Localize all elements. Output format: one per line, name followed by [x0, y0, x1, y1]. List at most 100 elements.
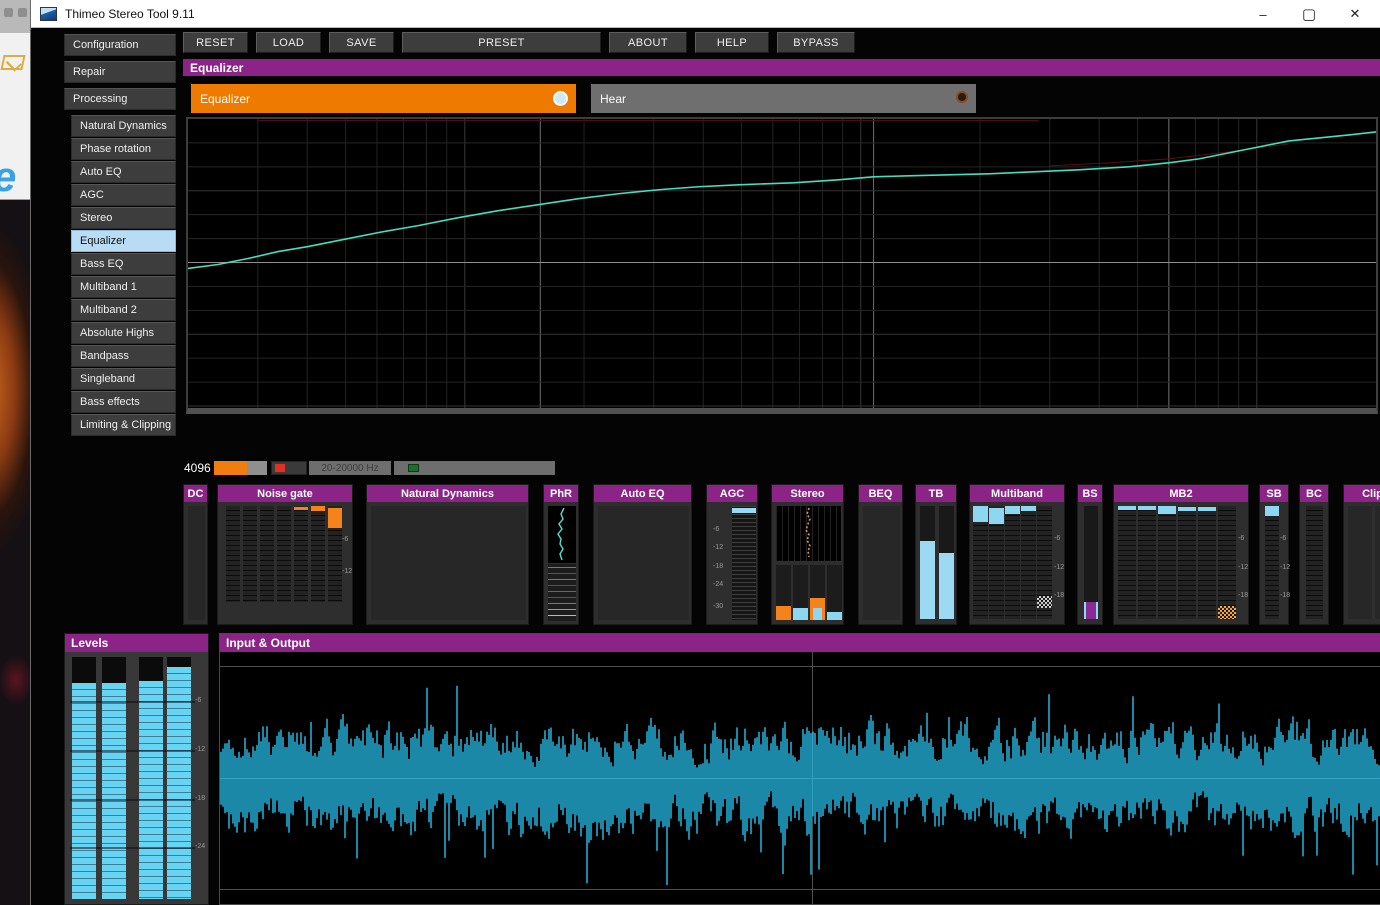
- preset-button[interactable]: PRESET: [402, 32, 601, 53]
- phr-stripe-line: [548, 615, 576, 616]
- levels-bar: [167, 657, 191, 899]
- meter-scale-label: -6: [342, 536, 348, 543]
- meter-noise-gate-column: [260, 506, 274, 602]
- about-button[interactable]: ABOUT: [609, 32, 687, 53]
- green-slider-knob[interactable]: [408, 464, 419, 472]
- sidebar-item-phase-rotation[interactable]: Phase rotation: [71, 138, 176, 160]
- meter-mb2-cap: [1178, 507, 1196, 511]
- io-panel: Input & Output: [219, 633, 1380, 905]
- io-header: Input & Output: [220, 634, 1380, 652]
- meter-tb-body: [916, 502, 956, 624]
- eq-graph-frame[interactable]: [186, 117, 1378, 414]
- meter-noise-gate-column: [277, 506, 291, 602]
- sidebar-item-configuration[interactable]: Configuration: [64, 34, 176, 56]
- sidebar-item-limiting-clipping[interactable]: Limiting & Clipping: [71, 414, 176, 436]
- meter-multiband-column: [1037, 506, 1052, 619]
- help-button[interactable]: HELP: [695, 32, 769, 53]
- levels-scale-label: -6: [195, 697, 201, 704]
- minimize-button[interactable]: –: [1246, 0, 1280, 28]
- sidebar-item-multiband-2[interactable]: Multiband 2: [71, 299, 176, 321]
- phr-scope: [548, 506, 576, 563]
- red-slider-knob[interactable]: [275, 464, 285, 472]
- frequency-range-button[interactable]: 20-20000 Hz: [309, 461, 391, 475]
- meter-multiband-column: [973, 506, 988, 619]
- bypass-button[interactable]: BYPASS: [777, 32, 855, 53]
- meter-noise-gate-cap: [311, 506, 325, 511]
- stereo-bar-fill: [793, 608, 808, 620]
- maximize-button[interactable]: ▢: [1292, 0, 1326, 28]
- red-slider[interactable]: [271, 461, 307, 475]
- stereo-goniometer: [776, 506, 841, 561]
- section-title: Equalizer: [190, 61, 243, 75]
- sidebar-item-bass-effects[interactable]: Bass effects: [71, 391, 176, 413]
- sidebar-item-repair[interactable]: Repair: [64, 61, 176, 83]
- eq-graph[interactable]: [188, 119, 1376, 408]
- levels-scale-label: -18: [195, 795, 205, 802]
- meter-phr-header: PhR: [544, 485, 578, 502]
- hear-toggle[interactable]: Hear: [591, 84, 976, 113]
- meter-clip-body: [1344, 502, 1380, 624]
- sidebar-item-multiband-1[interactable]: Multiband 1: [71, 276, 176, 298]
- sidebar-item-auto-eq[interactable]: Auto EQ: [71, 161, 176, 183]
- phr-stripe-line: [548, 567, 576, 568]
- meter-noise-gate-body: -6-12: [218, 502, 352, 624]
- meter-auto-eq-body: [594, 502, 691, 624]
- green-slider[interactable]: [394, 461, 555, 475]
- meter-clip-header: Clip: [1344, 485, 1380, 502]
- fft-size-slider[interactable]: [214, 461, 267, 475]
- meter-mb2-header: MB2: [1114, 485, 1248, 502]
- reset-button[interactable]: RESET: [183, 32, 248, 53]
- tb-bar-fill: [939, 553, 954, 619]
- meter-scale-label: -18: [1238, 592, 1248, 599]
- load-button[interactable]: LOAD: [256, 32, 321, 53]
- meter-phr-body: [544, 502, 578, 624]
- sidebar-item-natural-dynamics[interactable]: Natural Dynamics: [71, 115, 176, 137]
- stereo-bar: [827, 565, 842, 620]
- levels-bar: [72, 657, 96, 899]
- sidebar-item-equalizer[interactable]: Equalizer: [71, 230, 176, 252]
- meter-tb: TB: [915, 484, 957, 625]
- hear-toggle-knob[interactable]: [956, 91, 968, 103]
- fft-size-slider-fill: [214, 461, 247, 475]
- phr-stripe-line: [548, 597, 576, 598]
- sidebar-item-singleband[interactable]: Singleband: [71, 368, 176, 390]
- meter-multiband-cap: [989, 508, 1004, 524]
- equalizer-toggle[interactable]: Equalizer: [191, 84, 576, 113]
- equalizer-toggle-knob[interactable]: [553, 91, 568, 106]
- levels-scale-line: [70, 799, 195, 801]
- sidebar-item-bandpass[interactable]: Bandpass: [71, 345, 176, 367]
- levels-bar-fill: [72, 683, 96, 899]
- fft-size-label: 4096: [184, 461, 211, 475]
- titlebar: Thimeo Stereo Tool 9.11 – ▢ ✕: [31, 0, 1380, 28]
- equalizer-toggle-label: Equalizer: [200, 92, 250, 106]
- stereo-bar-fill: [810, 598, 825, 620]
- desktop-wallpaper: [0, 200, 30, 905]
- meter-multiband: Multiband-6-12-18: [969, 484, 1065, 625]
- meter-noise-gate-column: [294, 506, 308, 602]
- sidebar-item-processing[interactable]: Processing: [64, 88, 176, 110]
- app-window: Thimeo Stereo Tool 9.11 – ▢ ✕ RESET LOAD S…: [30, 0, 1380, 905]
- sidebar-item-stereo[interactable]: Stereo: [71, 207, 176, 229]
- meter-mb2-cap: [1158, 506, 1176, 514]
- meter-mb2-column: [1118, 506, 1136, 619]
- meter-bs: BS: [1077, 484, 1103, 625]
- levels-bar-fill: [139, 681, 163, 899]
- save-button[interactable]: SAVE: [329, 32, 394, 53]
- meter-noise-gate-column: [226, 506, 240, 602]
- meter-scale-label: -24: [713, 581, 723, 588]
- meter-mb2-column: [1218, 506, 1236, 619]
- desktop-taskbar-fragment: [0, 0, 30, 33]
- sidebar-item-absolute-highs[interactable]: Absolute Highs: [71, 322, 176, 344]
- meter-mb2-cap: [1118, 506, 1136, 510]
- close-button[interactable]: ✕: [1338, 0, 1372, 28]
- meter-mb2-cap: [1138, 506, 1156, 510]
- meter-multiband-cap: [973, 506, 988, 522]
- sidebar-item-bass-eq[interactable]: Bass EQ: [71, 253, 176, 275]
- phr-stripe-line: [548, 603, 576, 604]
- tb-bar: [939, 506, 954, 619]
- sidebar-item-agc[interactable]: AGC: [71, 184, 176, 206]
- levels-bar-fill: [102, 683, 126, 899]
- meter-natural-dynamics-header: Natural Dynamics: [367, 485, 528, 502]
- phr-stripe-line: [548, 585, 576, 586]
- meter-sb-header: SB: [1260, 485, 1288, 502]
